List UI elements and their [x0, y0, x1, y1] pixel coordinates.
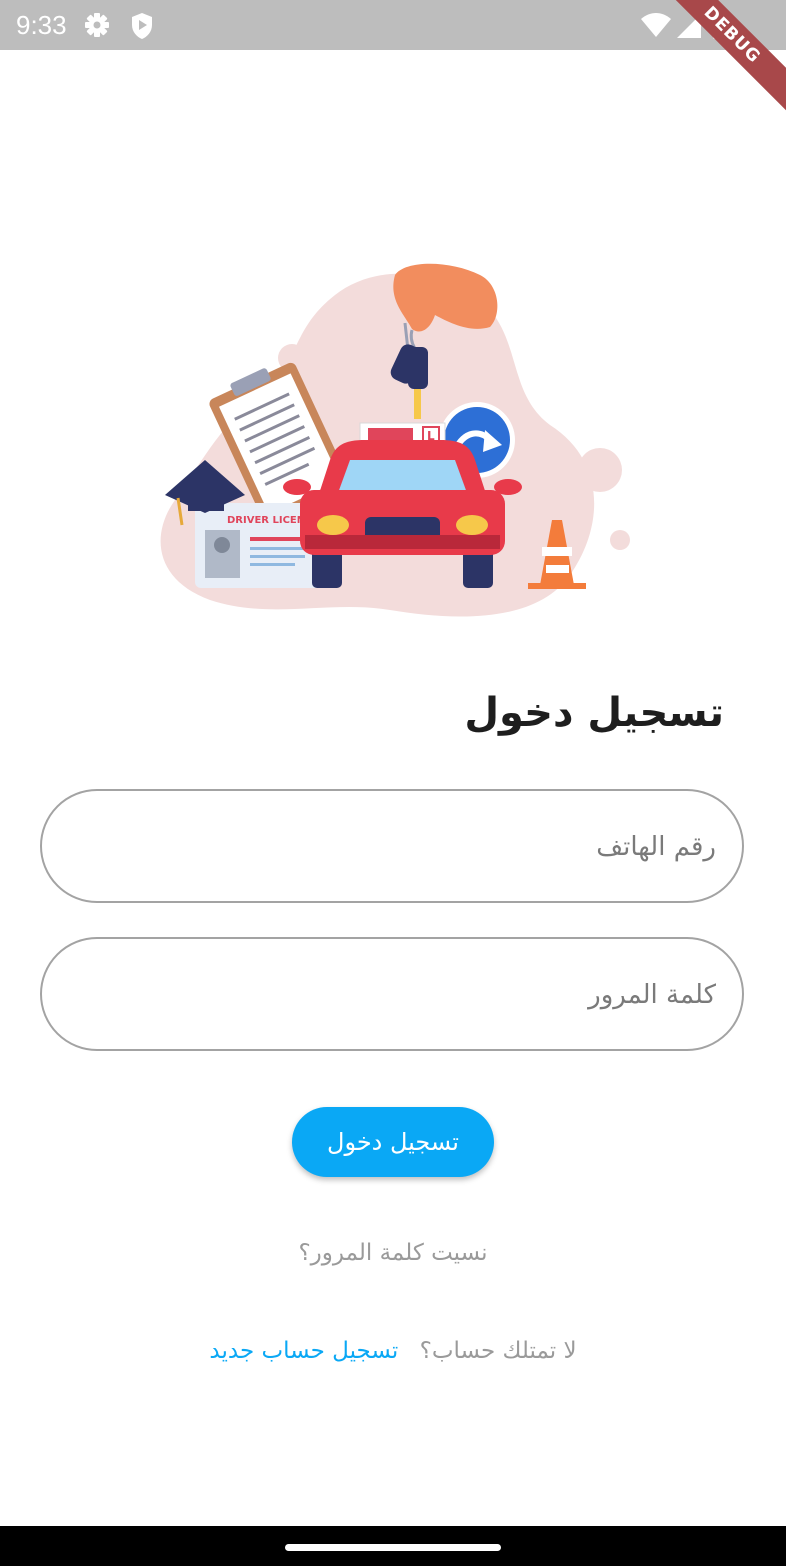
wifi-icon — [641, 13, 671, 37]
password-input[interactable] — [72, 939, 718, 1051]
no-account-prompt: لا تمتلك حساب؟ — [419, 1338, 577, 1364]
status-bar: 9:33 DEBUG — [0, 0, 786, 117]
status-time: 9:33 — [16, 10, 67, 40]
login-title: تسجيل دخول — [464, 690, 724, 736]
home-indicator[interactable] — [285, 1544, 501, 1551]
phone-input[interactable] — [72, 791, 718, 903]
forgot-password-link[interactable]: نسيت كلمة المرور؟ — [0, 1240, 786, 1266]
login-button[interactable]: تسجيل دخول — [292, 1107, 494, 1177]
shield-play-icon — [132, 13, 152, 39]
password-field[interactable] — [40, 937, 744, 1051]
signup-row: لا تمتلك حساب؟ تسجيل حساب جديد — [0, 1338, 786, 1364]
register-link[interactable]: تسجيل حساب جديد — [209, 1338, 398, 1364]
phone-field[interactable] — [40, 789, 744, 903]
driving-license-illustration: DRIVER LICENSE L — [160, 263, 630, 617]
settings-gear-icon — [85, 13, 109, 37]
navigation-bar — [0, 1526, 786, 1566]
